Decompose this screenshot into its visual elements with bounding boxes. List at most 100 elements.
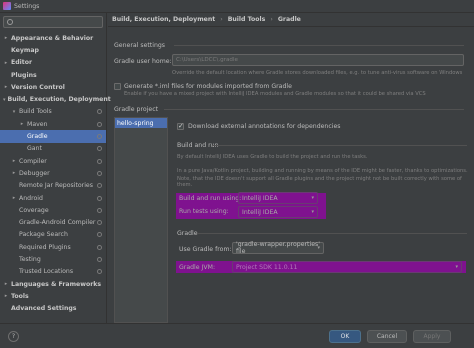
sidebar-item-plugins[interactable]: Plugins [0, 69, 106, 81]
divider [174, 45, 464, 46]
divider [212, 145, 467, 146]
run-tests-using-label: Run tests using: [179, 208, 229, 215]
gradle-section-heading: Gradle [177, 230, 198, 237]
cancel-button[interactable]: Cancel [367, 330, 407, 343]
sidebar-item-label: Remote Jar Repositories [19, 182, 93, 190]
run-tests-using-dropdown[interactable]: IntelliJ IDEA ▾ [238, 206, 318, 218]
chevron-down-icon[interactable]: ▾ [11, 109, 17, 115]
help-button[interactable]: ? [8, 331, 19, 342]
project-settings-icon [97, 256, 102, 262]
use-gradle-from-label: Use Gradle from: [179, 246, 232, 253]
gradle-user-home-label: Gradle user home: [114, 58, 172, 65]
sidebar-item-label: Keymap [11, 46, 39, 54]
chevron-right-icon[interactable]: ▸ [3, 84, 9, 90]
divider [164, 109, 464, 110]
sidebar-item-gradle[interactable]: Gradle [0, 130, 106, 143]
sidebar-item-testing[interactable]: Testing [0, 253, 106, 265]
sidebar-item-label: Plugins [11, 71, 37, 79]
sidebar-item-label: Required Plugins [19, 243, 71, 251]
sidebar-item-gant[interactable]: Gant [0, 143, 106, 155]
sidebar-item-label: Gradle-Android Compiler [19, 219, 96, 227]
chevron-right-icon[interactable]: ▸ [3, 293, 9, 299]
sidebar-item-maven[interactable]: ▸ Maven [0, 118, 106, 130]
sidebar-item-label: Tools [11, 292, 29, 300]
chevron-right-icon[interactable]: ▸ [11, 195, 17, 201]
sidebar-item-trusted-locations[interactable]: Trusted Locations [0, 266, 106, 278]
build-run-hint-3: Note, that the IDE doesn't support all G… [177, 176, 462, 188]
project-settings-icon [97, 232, 102, 238]
project-settings-icon [97, 220, 102, 226]
gradle-projects-list: hello-spring [114, 117, 168, 323]
gradle-user-home-field[interactable]: C:\Users\LDCC\.gradle [172, 54, 464, 66]
sidebar-item-label: Coverage [19, 206, 49, 214]
chevron-right-icon[interactable]: ▸ [11, 158, 17, 164]
chevron-right-icon[interactable]: ▸ [19, 121, 25, 127]
ok-button[interactable]: OK [329, 330, 361, 343]
sidebar-item-version-control[interactable]: ▸ Version Control [0, 81, 106, 93]
sidebar-item-label: Editor [11, 59, 33, 67]
app-logo-icon [3, 2, 11, 10]
generate-iml-hint: Enable if you have a mixed project with … [124, 91, 426, 97]
project-settings-icon [97, 146, 102, 152]
sidebar-item-compiler[interactable]: ▸ Compiler [0, 155, 106, 167]
sidebar-item-android[interactable]: ▸ Android [0, 192, 106, 204]
sidebar-item-remote-jar-repositories[interactable]: Remote Jar Repositories [0, 180, 106, 192]
generate-iml-label: Generate *.iml files for modules importe… [124, 83, 292, 90]
sidebar-item-label: Gradle [27, 133, 48, 141]
project-settings-icon [97, 109, 102, 115]
settings-tree: ▸ Appearance & Behavior Keymap ▸ Editor Plugi… [0, 32, 111, 315]
sidebar-item-required-plugins[interactable]: Required Plugins [0, 241, 106, 253]
sidebar-item-label: Testing [19, 255, 41, 263]
chevron-down-icon: ▾ [317, 245, 320, 251]
project-item-hello-spring[interactable]: hello-spring [115, 118, 167, 128]
project-settings-icon [97, 269, 102, 275]
sidebar-item-label: Trusted Locations [19, 268, 74, 276]
sidebar-item-label: Debugger [19, 169, 50, 177]
chevron-right-icon[interactable]: ▸ [3, 60, 9, 66]
search-icon [7, 19, 13, 25]
gradle-project-heading: Gradle project [114, 106, 159, 113]
sidebar-item-tools[interactable]: ▸ Tools [0, 290, 106, 302]
build-and-run-using-dropdown[interactable]: IntelliJ IDEA ▾ [238, 192, 318, 204]
generate-iml-checkbox[interactable] [114, 83, 121, 90]
use-gradle-from-dropdown[interactable]: 'gradle-wrapper.properties' file ▾ [232, 241, 324, 255]
sidebar-item-debugger[interactable]: ▸ Debugger [0, 167, 106, 179]
sidebar-item-label: Version Control [11, 83, 65, 91]
gradle-user-home-value: C:\Users\LDCC\.gradle [176, 57, 238, 63]
chevron-right-icon[interactable]: ▸ [3, 281, 9, 287]
download-annotations-checkbox[interactable] [177, 122, 184, 130]
sidebar-item-editor[interactable]: ▸ Editor [0, 57, 106, 69]
gradle-jvm-dropdown[interactable]: Project SDK 11.0.11 ▾ [232, 261, 462, 273]
window-titlebar: Settings [0, 0, 474, 13]
settings-search-input[interactable] [3, 16, 103, 28]
chevron-right-icon[interactable]: ▸ [11, 170, 17, 176]
sidebar-item-label: Build, Execution, Deployment [7, 96, 111, 104]
apply-button[interactable]: Apply [413, 330, 451, 343]
settings-sidebar: ▸ Appearance & Behavior Keymap ▸ Editor Plugi… [0, 13, 111, 323]
question-icon: ? [11, 333, 16, 340]
sidebar-item-gradle-android-compiler[interactable]: Gradle-Android Compiler [0, 216, 106, 228]
build-and-run-using-label: Build and run using: [179, 195, 242, 202]
project-settings-icon [97, 195, 102, 201]
sidebar-item-keymap[interactable]: Keymap [0, 44, 106, 56]
sidebar-item-coverage[interactable]: Coverage [0, 204, 106, 216]
chevron-right-icon[interactable]: ▸ [3, 35, 9, 41]
sidebar-item-label: Build Tools [19, 108, 52, 116]
sidebar-item-label: Maven [27, 120, 48, 128]
sidebar-item-label: Advanced Settings [11, 305, 77, 313]
build-run-hint-1: By default IntelliJ IDEA uses Gradle to … [177, 154, 368, 160]
sidebar-item-languages-frameworks[interactable]: ▸ Languages & Frameworks [0, 278, 106, 290]
gradle-user-home-hint: Override the default location where Grad… [172, 70, 463, 76]
chevron-down-icon: ▾ [311, 195, 314, 201]
breadcrumb-item-build-execution[interactable]: Build, Execution, Deployment [112, 16, 215, 23]
chevron-down-icon[interactable]: ▾ [3, 97, 6, 103]
run-tests-using-value: IntelliJ IDEA [242, 208, 278, 216]
breadcrumb-item-build-tools[interactable]: Build Tools [228, 16, 266, 23]
sidebar-item-advanced-settings[interactable]: Advanced Settings [0, 303, 106, 315]
dialog-footer: ? OK Cancel Apply [0, 323, 474, 348]
gradle-jvm-value: Project SDK 11.0.11 [236, 263, 298, 271]
sidebar-item-build-tools[interactable]: ▾ Build Tools [0, 106, 106, 118]
sidebar-item-appearance-behavior[interactable]: ▸ Appearance & Behavior [0, 32, 106, 44]
sidebar-item-package-search[interactable]: Package Search [0, 229, 106, 241]
sidebar-item-build-execution-deployment[interactable]: ▾ Build, Execution, Deployment [0, 93, 111, 105]
